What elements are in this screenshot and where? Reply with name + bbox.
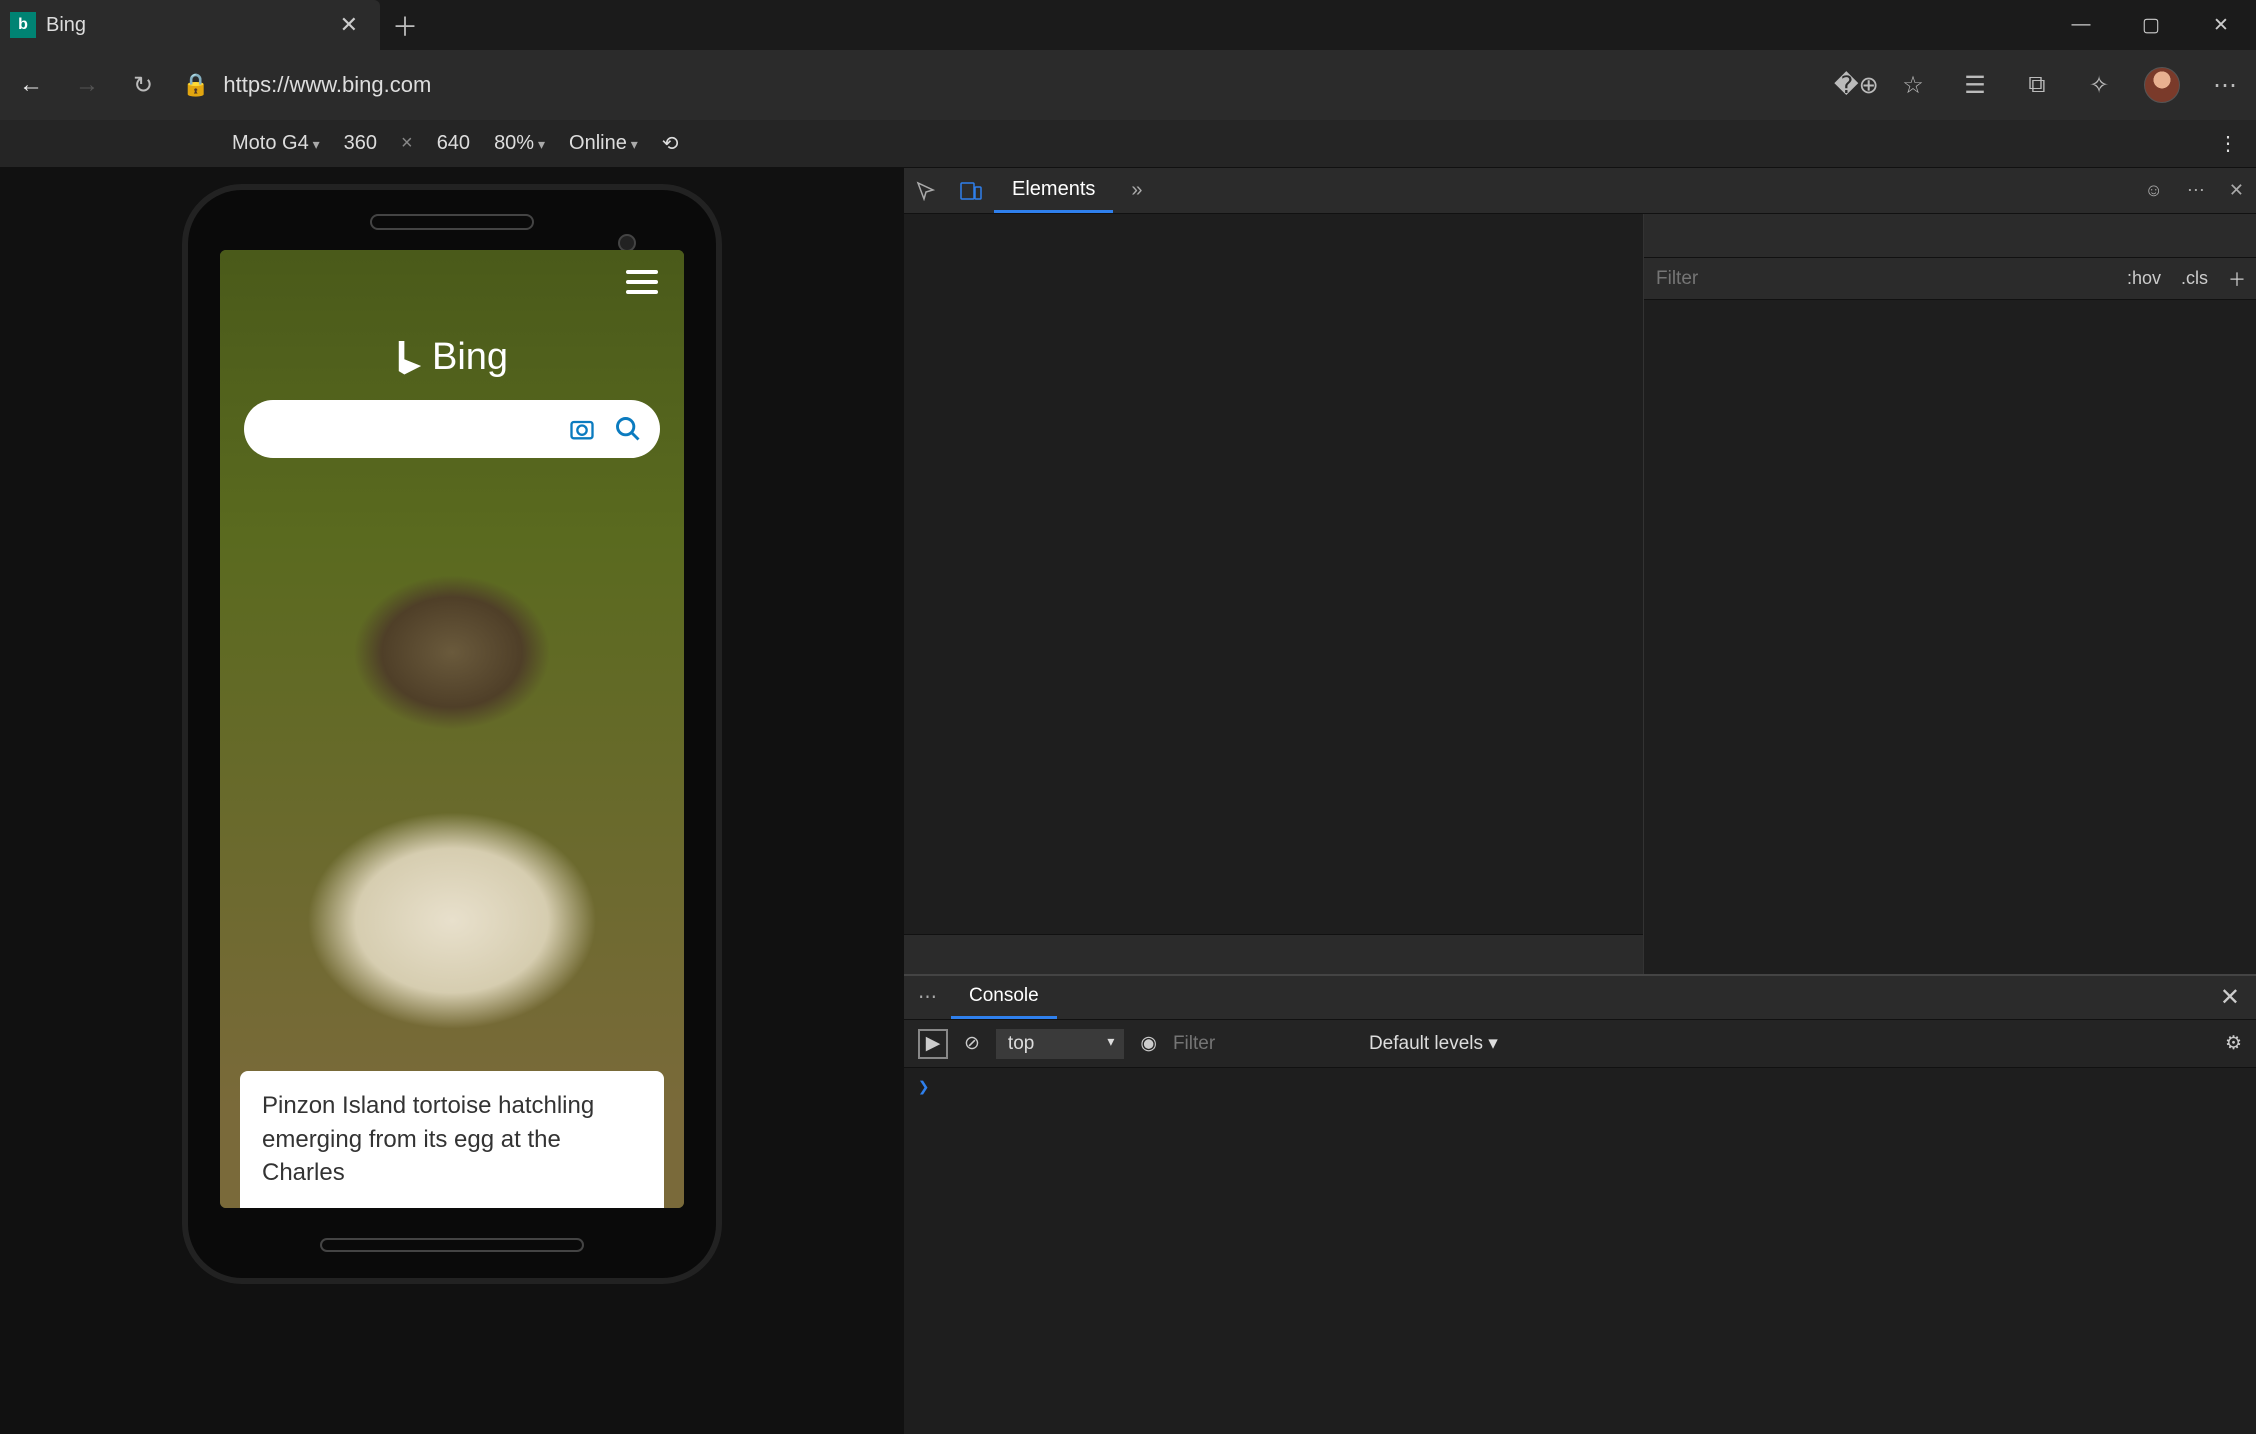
page-preview[interactable]: Bing Pinzon Island tortoise hatchling em… — [220, 250, 684, 1208]
lock-icon: 🔒 — [182, 72, 209, 98]
console-sidebar-toggle[interactable]: ▶ — [918, 1029, 948, 1059]
devtools-tabs-overflow[interactable]: » — [1113, 168, 1160, 213]
devtools-feedback-icon[interactable]: ☺ — [2133, 168, 2175, 213]
profile-avatar[interactable] — [2144, 67, 2180, 103]
search-input[interactable] — [244, 400, 660, 458]
new-tab-button[interactable]: ＋ — [380, 0, 430, 50]
device-viewport: Bing Pinzon Island tortoise hatchling em… — [0, 168, 904, 1434]
viewport-height[interactable]: 640 — [437, 132, 470, 155]
close-window-button[interactable]: ✕ — [2186, 0, 2256, 50]
dimension-separator: × — [401, 132, 413, 155]
bing-logo: Bing — [396, 336, 508, 379]
devtools-tab-elements[interactable]: Elements — [994, 168, 1113, 213]
bing-favicon-icon: b — [10, 12, 36, 38]
console-context-select[interactable]: top — [996, 1029, 1124, 1059]
url-text: https://www.bing.com — [223, 72, 431, 98]
console-filter-input[interactable] — [1173, 1033, 1353, 1055]
devtools-close-button[interactable]: ✕ — [2217, 168, 2256, 213]
console-settings-icon[interactable]: ⚙ — [2225, 1032, 2242, 1055]
styles-filter-bar: :hov .cls ＋ — [1644, 258, 2256, 300]
phone-frame: Bing Pinzon Island tortoise hatchling em… — [182, 184, 722, 1284]
styles-filter-input[interactable] — [1644, 268, 2117, 290]
bing-mark-icon — [396, 341, 424, 375]
devtools-tabs: Elements » ☺ ⋯ ✕ — [904, 168, 2256, 214]
elements-panel — [904, 214, 1644, 974]
minimize-button[interactable]: — — [2046, 0, 2116, 50]
app-menu-button[interactable]: ⋯ — [2208, 71, 2242, 100]
device-toolbar: Moto G4 360 × 640 80% Online ⟲ ⋮ — [0, 120, 2256, 168]
zoom-select[interactable]: 80% — [494, 132, 545, 155]
address-bar: ← → ↻ 🔒 https://www.bing.com �⊕ ☆ ☰ ⧉ ✧ … — [0, 50, 2256, 120]
browser-tab[interactable]: b Bing ✕ — [0, 0, 380, 50]
device-toolbar-menu[interactable]: ⋮ — [2218, 131, 2238, 156]
cls-toggle[interactable]: .cls — [2171, 268, 2218, 289]
hov-toggle[interactable]: :hov — [2117, 268, 2171, 289]
console-tab[interactable]: Console — [951, 976, 1057, 1019]
favorite-icon[interactable]: ☆ — [1896, 71, 1930, 100]
styles-panel: :hov .cls ＋ — [1644, 214, 2256, 974]
forward-button: → — [70, 71, 104, 99]
window-titlebar: b Bing ✕ ＋ — ▢ ✕ — [0, 0, 2256, 50]
console-drawer: ⋯ Console ✕ ▶ ⊘ top ◉ Default levels ▾ ⚙… — [904, 974, 2256, 1434]
back-button[interactable]: ← — [14, 71, 48, 99]
dom-breadcrumbs[interactable] — [904, 934, 1643, 974]
camera-search-icon[interactable] — [568, 415, 596, 443]
devtools: Elements » ☺ ⋯ ✕ :hov .cls ＋ — [904, 168, 2256, 1434]
new-style-rule-button[interactable]: ＋ — [2218, 266, 2256, 292]
viewport-width[interactable]: 360 — [344, 132, 377, 155]
live-expression-icon[interactable]: ◉ — [1140, 1032, 1157, 1055]
inspect-element-icon[interactable] — [904, 168, 948, 213]
url-field[interactable]: 🔒 https://www.bing.com — [182, 72, 1812, 98]
search-icon[interactable] — [614, 415, 642, 443]
close-tab-button[interactable]: ✕ — [334, 12, 364, 38]
console-output[interactable]: ❯ — [904, 1068, 2256, 1434]
clear-console-button[interactable]: ⊘ — [964, 1032, 980, 1055]
dom-tree[interactable] — [904, 214, 1643, 934]
refresh-button[interactable]: ↻ — [126, 71, 160, 100]
throttling-select[interactable]: Online — [569, 132, 638, 155]
window-controls: — ▢ ✕ — [2046, 0, 2256, 50]
collections-icon[interactable]: ⧉ — [2020, 71, 2054, 99]
hamburger-icon[interactable] — [626, 270, 658, 294]
hero-image — [220, 250, 684, 1208]
console-drawer-menu[interactable]: ⋯ — [904, 986, 951, 1009]
rotate-icon[interactable]: ⟲ — [662, 131, 679, 156]
image-caption: Pinzon Island tortoise hatchling emergin… — [240, 1071, 664, 1208]
log-levels-select[interactable]: Default levels ▾ — [1369, 1032, 1498, 1055]
console-close-button[interactable]: ✕ — [2204, 983, 2256, 1012]
bing-wordmark: Bing — [432, 336, 508, 379]
device-select[interactable]: Moto G4 — [232, 132, 320, 155]
console-prompt-icon: ❯ — [918, 1076, 929, 1098]
extensions-icon[interactable]: ✧ — [2082, 71, 2116, 100]
devtools-settings-icon[interactable]: ⋯ — [2175, 168, 2217, 213]
zoom-icon[interactable]: �⊕ — [1834, 71, 1868, 100]
css-rules[interactable] — [1644, 300, 2256, 974]
maximize-button[interactable]: ▢ — [2116, 0, 2186, 50]
favorites-list-icon[interactable]: ☰ — [1958, 71, 1992, 100]
styles-tabs — [1644, 214, 2256, 258]
toggle-device-icon[interactable] — [948, 168, 994, 213]
tab-title: Bing — [46, 14, 334, 37]
